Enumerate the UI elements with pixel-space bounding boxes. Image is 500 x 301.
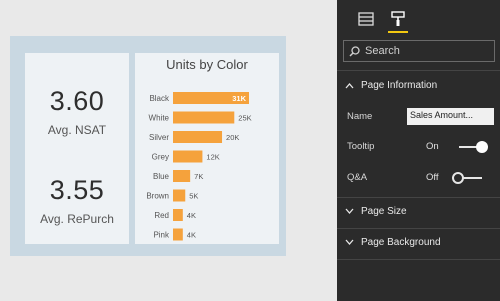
category-label: Blue — [153, 172, 170, 181]
search-input[interactable]: Search — [343, 40, 495, 62]
repurch-card[interactable]: 3.55 Avg. RePurch — [25, 156, 129, 244]
tooltip-toggle[interactable] — [459, 140, 489, 154]
tooltip-state: On — [426, 141, 439, 152]
chevron-up-icon — [345, 83, 354, 89]
data-label: 4K — [187, 231, 196, 240]
nsat-value: 3.60 — [49, 86, 105, 116]
bar-pink[interactable] — [173, 228, 183, 241]
section-title: Page Background — [361, 237, 441, 248]
bar-blue[interactable] — [173, 170, 191, 182]
bar-chart-svg: Black 31K White 25K Silver 20K Grey 12K Blue 7K Br… — [146, 92, 252, 241]
fields-icon — [358, 12, 374, 26]
divider — [337, 197, 500, 198]
data-label: 4K — [187, 211, 196, 220]
section-title: Page Size — [361, 206, 407, 217]
category-label: Brown — [146, 192, 169, 201]
data-label: 20K — [226, 133, 239, 142]
data-label: 7K — [194, 172, 203, 181]
divider — [337, 228, 500, 229]
divider — [337, 259, 500, 260]
toggle-knob — [452, 172, 464, 184]
toggle-track — [462, 177, 482, 179]
qa-label: Q&A — [347, 172, 368, 183]
name-label: Name — [347, 111, 373, 122]
nsat-card[interactable]: 3.60 Avg. NSAT — [25, 53, 129, 170]
tab-fields[interactable] — [353, 6, 379, 32]
data-label: 5K — [189, 192, 198, 201]
category-label: Pink — [153, 231, 170, 240]
report-canvas: 3.60 Avg. NSAT 3.55 Avg. RePurch Units b… — [0, 0, 337, 301]
data-label: 25K — [238, 114, 251, 123]
toggle-knob — [476, 141, 488, 153]
repurch-value: 3.55 — [49, 174, 105, 205]
bar-white[interactable] — [173, 111, 235, 124]
nsat-label: Avg. NSAT — [47, 123, 107, 137]
section-title: Page Information — [361, 80, 438, 91]
format-pane: Search Page Information Name Sales Amoun… — [337, 0, 500, 301]
report-page: 3.60 Avg. NSAT 3.55 Avg. RePurch Units b… — [10, 36, 286, 256]
tab-format[interactable] — [385, 6, 411, 33]
repurch-label: Avg. RePurch — [40, 211, 114, 226]
category-label: Grey — [152, 153, 169, 162]
chevron-down-icon — [345, 239, 354, 245]
section-page-information[interactable]: Page Information — [345, 80, 437, 91]
category-label: Red — [154, 211, 169, 220]
bar-red[interactable] — [173, 209, 183, 221]
chevron-down-icon — [345, 208, 354, 214]
data-label: 12K — [206, 153, 219, 162]
category-label: Silver — [149, 133, 169, 142]
qa-toggle[interactable] — [452, 171, 482, 185]
qa-state: Off — [426, 172, 439, 183]
bar-silver[interactable] — [173, 131, 223, 143]
page-name-field[interactable]: Sales Amount... — [407, 108, 494, 125]
search-icon — [349, 45, 360, 57]
units-by-color-chart[interactable]: Units by Color Black 31K White 25K Silver 20K… — [135, 53, 279, 244]
search-placeholder: Search — [365, 45, 400, 57]
data-label: 31K — [232, 94, 246, 103]
divider — [337, 70, 500, 71]
tooltip-label: Tooltip — [347, 141, 375, 152]
paint-roller-icon — [391, 11, 405, 26]
pane-tabs — [337, 0, 500, 34]
section-page-size[interactable]: Page Size — [345, 206, 407, 217]
bar-brown[interactable] — [173, 189, 186, 202]
category-label: Black — [149, 94, 170, 103]
bar-grey[interactable] — [173, 150, 203, 163]
category-label: White — [149, 114, 170, 123]
section-page-background[interactable]: Page Background — [345, 237, 441, 248]
